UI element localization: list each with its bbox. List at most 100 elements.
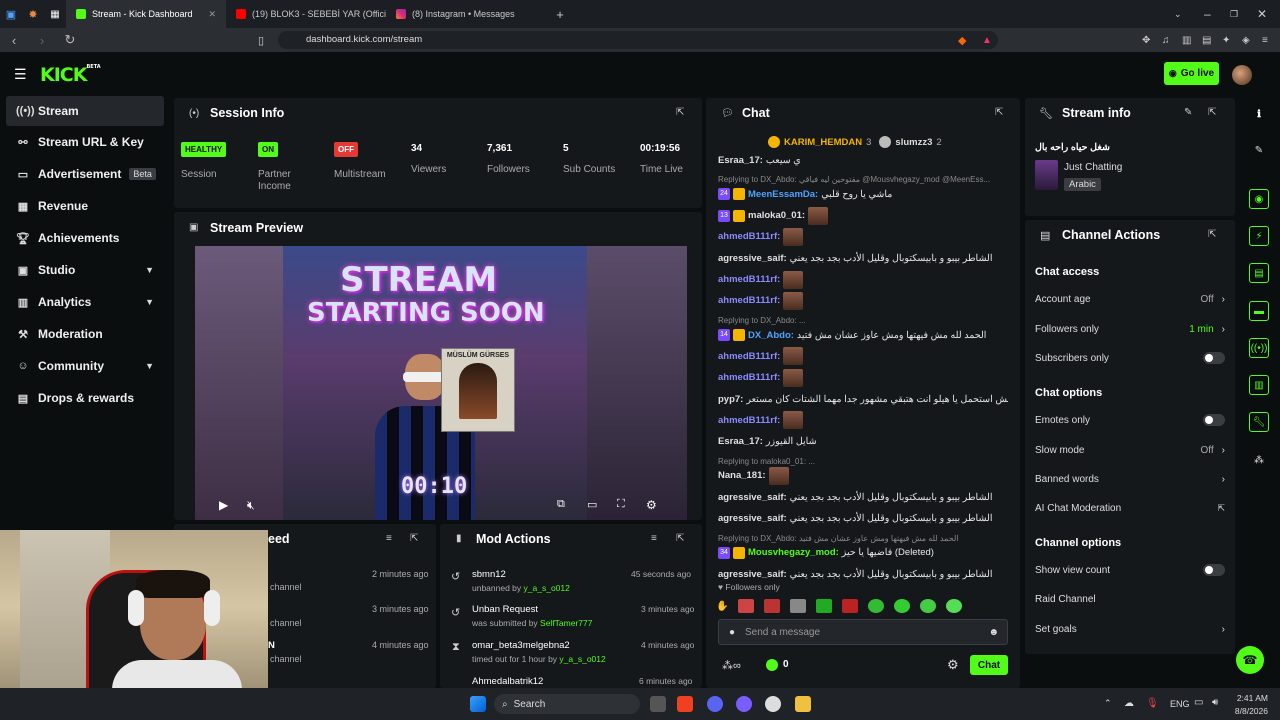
bookmark-icon[interactable]: ▯ bbox=[258, 34, 264, 47]
url-field[interactable]: dashboard.kick.com/stream bbox=[278, 31, 998, 49]
brave-icon[interactable] bbox=[677, 696, 693, 712]
community-points-icon[interactable]: ⁂∞ bbox=[722, 659, 741, 672]
emote-icon[interactable] bbox=[790, 599, 807, 613]
chat-username[interactable]: MeenEssamDa: bbox=[748, 189, 818, 200]
sidebar-item-analytics[interactable]: ▥ Analytics ▼ bbox=[6, 287, 164, 317]
vpn-icon[interactable]: ◈ bbox=[1242, 35, 1250, 46]
task-view-icon[interactable] bbox=[650, 696, 666, 712]
sidebar-item-drops-rewards[interactable]: ▤ Drops & rewards bbox=[6, 383, 164, 413]
chat-settings-icon[interactable]: ⚙ bbox=[947, 657, 959, 673]
clock-time[interactable]: 2:41 AM bbox=[1236, 693, 1268, 703]
reload-icon[interactable]: ↻ bbox=[56, 32, 84, 48]
settings-icon[interactable]: ⚙ bbox=[646, 498, 657, 512]
mute-icon[interactable]: 🔇︎ bbox=[247, 498, 255, 513]
app-icon[interactable] bbox=[736, 696, 752, 712]
chat-input[interactable]: ● Send a message ☻ bbox=[718, 619, 1008, 645]
emote-icon[interactable] bbox=[816, 599, 833, 613]
sidebar-item-advertisement[interactable]: ▭ Advertisement Beta bbox=[6, 159, 164, 189]
extension-icon[interactable]: ✸ bbox=[22, 8, 44, 21]
sidebar-item-community[interactable]: ☺ Community ▼ bbox=[6, 351, 164, 381]
new-tab-icon[interactable]: + bbox=[546, 7, 574, 22]
play-icon[interactable]: ▶ bbox=[219, 498, 228, 512]
obs-icon[interactable] bbox=[765, 696, 781, 712]
notion-icon[interactable]: ▦ bbox=[44, 9, 66, 20]
popout-icon[interactable]: ⇱ bbox=[676, 533, 684, 544]
ai-moderation-row[interactable]: AI Chat Moderation ⇱ bbox=[1035, 499, 1225, 517]
sidebar-item-moderation[interactable]: ⚒ Moderation bbox=[6, 319, 164, 349]
sidebar-item-stream[interactable]: ((•)) Stream bbox=[6, 96, 164, 126]
wrench-icon[interactable]: 🔧︎ bbox=[1249, 412, 1269, 432]
kick-logo[interactable]: KICKBETA bbox=[40, 64, 101, 86]
subscribers-only-toggle[interactable] bbox=[1203, 352, 1225, 364]
chat-username[interactable]: Esraa_17: bbox=[718, 436, 763, 447]
broadcast-icon[interactable]: ((•)) bbox=[1249, 338, 1269, 358]
support-chat-icon[interactable]: ☎ bbox=[1236, 646, 1264, 674]
chat-username[interactable]: ahmedB111rf: bbox=[718, 231, 780, 242]
community-icon[interactable]: ⁂ bbox=[1249, 450, 1269, 470]
go-live-button[interactable]: ◉ Go live bbox=[1164, 62, 1219, 85]
close-window-icon[interactable]: ✕ bbox=[1257, 7, 1267, 21]
sidebar-item-revenue[interactable]: ▦ Revenue bbox=[6, 191, 164, 221]
edit-icon[interactable]: ✎ bbox=[1184, 107, 1192, 118]
file-explorer-icon[interactable] bbox=[795, 696, 811, 712]
followers-only-row[interactable]: Followers only 1 min › bbox=[1035, 320, 1225, 338]
wifi-icon[interactable]: ▭ bbox=[1194, 697, 1203, 708]
category-name[interactable]: Just Chatting bbox=[1064, 162, 1122, 173]
sidebar-item-studio[interactable]: ▣ Studio ▼ bbox=[6, 255, 164, 285]
tab-list-icon[interactable]: ⌄ bbox=[1174, 9, 1182, 20]
gifter-name[interactable]: slumzz3 bbox=[895, 137, 932, 148]
emote-hands-icon[interactable]: ✋ bbox=[716, 601, 728, 612]
sidebar-item-stream-url-key[interactable]: ⚯ Stream URL & Key bbox=[6, 127, 164, 157]
popout-icon[interactable]: ⇱ bbox=[1208, 107, 1216, 118]
slow-mode-row[interactable]: Slow mode Off › bbox=[1035, 441, 1225, 459]
media-icon[interactable]: ♫ bbox=[1162, 35, 1170, 46]
windows-start-icon[interactable] bbox=[470, 696, 486, 712]
hamburger-menu-icon[interactable]: ☰ bbox=[14, 66, 27, 83]
lightning-icon[interactable]: ⚡︎ bbox=[1249, 226, 1269, 246]
tab-kick-dashboard[interactable]: Stream - Kick Dashboard ✕ bbox=[66, 0, 226, 28]
chat-username[interactable]: agressive_saif: bbox=[718, 569, 787, 580]
raid-channel-row[interactable]: Raid Channel bbox=[1035, 590, 1225, 608]
popout-icon[interactable]: ⇱ bbox=[410, 533, 418, 544]
mod-action-user[interactable]: SelfTamer777 bbox=[540, 618, 592, 628]
edit-icon[interactable]: ✎ bbox=[1249, 140, 1269, 160]
tab-instagram[interactable]: (8) Instagram • Messages bbox=[386, 0, 546, 28]
language-indicator[interactable]: ENG bbox=[1170, 699, 1190, 709]
leo-ai-icon[interactable]: ✦ bbox=[1222, 35, 1230, 46]
pip-icon[interactable]: ⧉ bbox=[557, 498, 565, 511]
volume-icon[interactable]: 🔊︎ bbox=[1212, 697, 1218, 708]
clock-date[interactable]: 8/8/2026 bbox=[1232, 706, 1268, 716]
sidebar-item-achievements[interactable]: 🏆︎ Achievements bbox=[6, 223, 164, 253]
chat-username[interactable]: agressive_saif: bbox=[718, 513, 787, 524]
emote-icon[interactable] bbox=[764, 599, 781, 613]
filter-icon[interactable]: ≡ bbox=[651, 533, 657, 544]
chat-username[interactable]: ahmedB111rf: bbox=[718, 274, 780, 285]
chat-username[interactable]: Mousvhegazy_mod: bbox=[748, 547, 839, 558]
sidebar-toggle-icon[interactable]: ▥ bbox=[1182, 35, 1191, 46]
maximize-icon[interactable]: ❐ bbox=[1230, 9, 1238, 20]
mod-action-user[interactable]: y_a_s_o012 bbox=[524, 583, 570, 593]
taskbar-search[interactable]: ⌕ Search bbox=[494, 694, 640, 714]
chat-username[interactable]: agressive_saif: bbox=[718, 492, 787, 503]
show-view-count-toggle[interactable] bbox=[1203, 564, 1225, 576]
chat-username[interactable]: maloka0_01: bbox=[748, 210, 805, 221]
wallet-icon[interactable]: ▤ bbox=[1202, 35, 1211, 46]
chat-username[interactable]: ahmedB111rf: bbox=[718, 351, 780, 362]
extensions-icon[interactable]: ✥ bbox=[1142, 35, 1150, 46]
popout-icon[interactable]: ⇱ bbox=[1208, 229, 1216, 240]
mic-icon[interactable]: 🎙︎ bbox=[1146, 698, 1159, 709]
chat-username[interactable]: Nana_181: bbox=[718, 470, 766, 481]
fullscreen-icon[interactable]: ⛶ bbox=[617, 498, 625, 511]
document-icon[interactable]: ▤ bbox=[1249, 263, 1269, 283]
chat-username[interactable]: ahmedB111rf: bbox=[718, 415, 780, 426]
emote-icon[interactable] bbox=[842, 599, 859, 613]
set-goals-row[interactable]: Set goals › bbox=[1035, 620, 1225, 638]
chat-username[interactable]: DX_Abdo: bbox=[748, 330, 794, 341]
network-icon[interactable]: ☁ bbox=[1124, 698, 1134, 709]
gifter-name[interactable]: KARIM_HEMDAN bbox=[784, 137, 862, 148]
browser-menu-icon[interactable]: ≡ bbox=[1262, 35, 1268, 46]
mod-action-user[interactable]: y_a_s_o012 bbox=[559, 654, 605, 664]
banned-words-row[interactable]: Banned words › bbox=[1035, 470, 1225, 488]
filter-icon[interactable]: ≡ bbox=[386, 533, 392, 544]
brave-rewards-icon[interactable]: ▲ bbox=[982, 35, 992, 46]
